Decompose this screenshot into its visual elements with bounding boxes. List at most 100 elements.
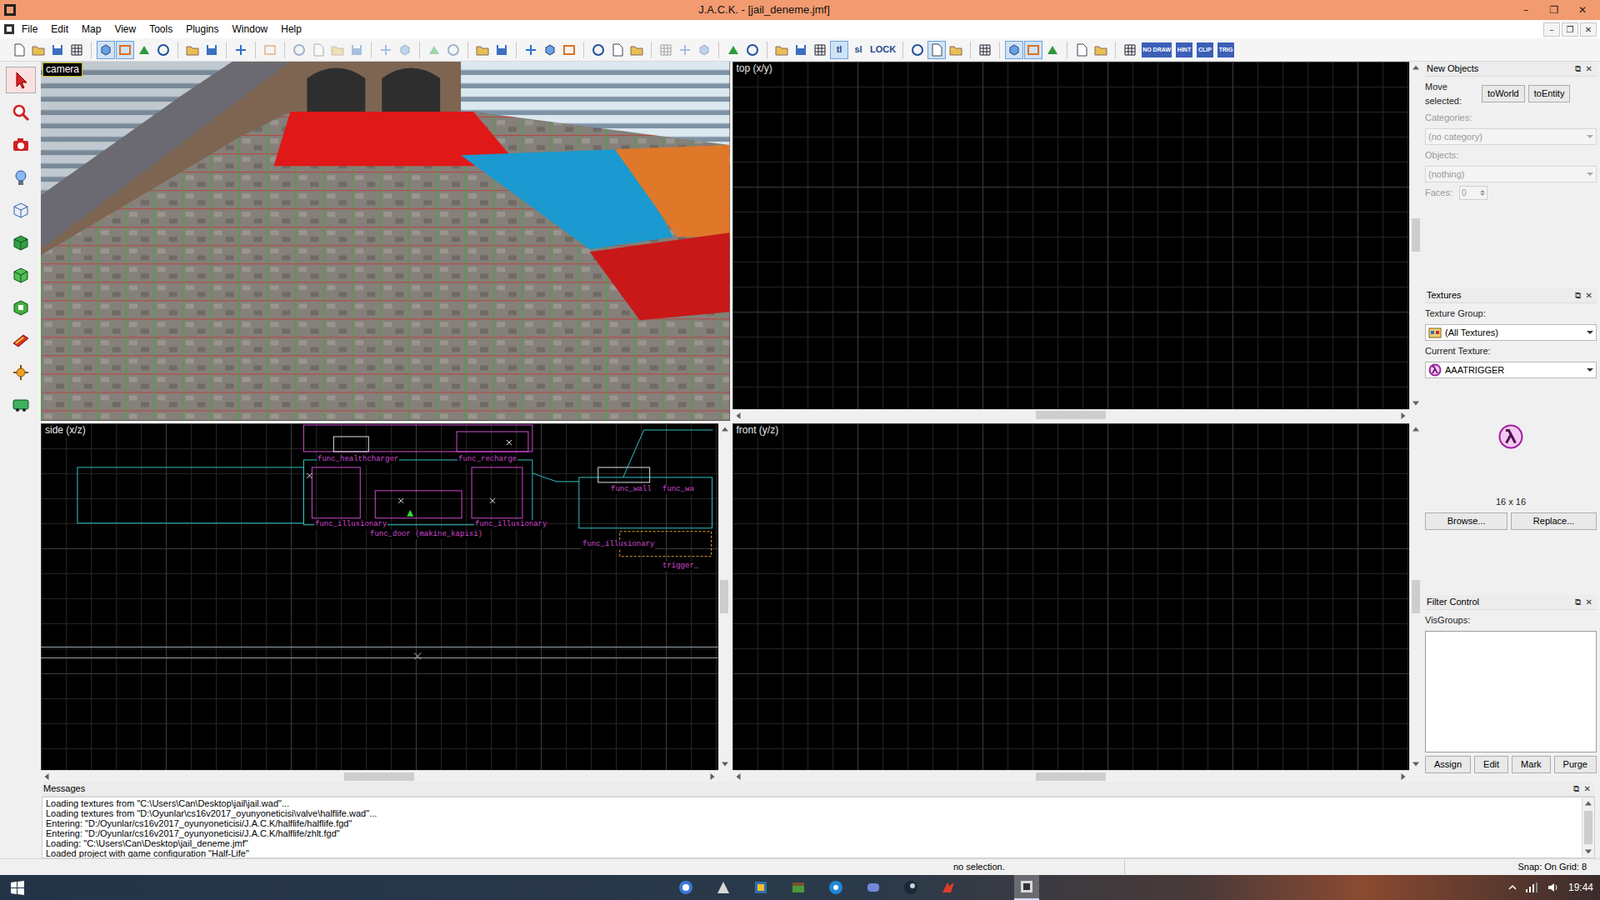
scroll-down-arrow[interactable] [1410, 758, 1422, 770]
scroll-right-arrow[interactable] [1397, 770, 1410, 783]
document-control-button[interactable]: ✕ [1580, 22, 1597, 37]
scroll-thumb[interactable] [344, 772, 415, 781]
grid-view[interactable]: top (x/y) [732, 61, 1410, 410]
entity-label[interactable]: func_door (makine_kapisi) [369, 530, 484, 540]
tool-button[interactable] [5, 229, 36, 256]
scroll-thumb[interactable] [1411, 218, 1420, 252]
window-control-button[interactable]: – [1511, 2, 1540, 18]
viewport-label[interactable]: top (x/y) [734, 62, 775, 75]
viewport[interactable]: top (x/y) [732, 61, 1422, 421]
faces-spinner[interactable]: 0 [1459, 185, 1488, 200]
taskbar-app[interactable] [823, 875, 849, 900]
float-button[interactable]: ⧉ [1572, 595, 1584, 609]
close-button[interactable]: ✕ [1583, 62, 1595, 75]
entity-label[interactable]: func_wall [610, 485, 653, 495]
toolbar-button[interactable] [1091, 40, 1110, 60]
scroll-thumb[interactable] [1035, 410, 1106, 420]
entity-label[interactable]: func_recharge [457, 455, 518, 465]
toolbar-button[interactable] [1043, 40, 1062, 60]
toolbar-button[interactable]: TRIG [1215, 40, 1236, 60]
viewport[interactable]: front (y/z) [732, 423, 1422, 783]
toolbar-button[interactable] [608, 40, 627, 60]
scroll-down-arrow[interactable] [1410, 397, 1422, 410]
toolbar-button[interactable] [908, 40, 927, 60]
toolbar-button[interactable] [521, 40, 540, 60]
scroll-thumb[interactable] [720, 580, 729, 614]
vertical-scrollbar[interactable] [1581, 797, 1595, 858]
filter-button[interactable]: Edit [1474, 755, 1509, 774]
document-control-button[interactable]: – [1543, 22, 1560, 37]
toolbar-button[interactable] [376, 40, 395, 60]
entity-label[interactable]: func_illusionary [474, 520, 548, 530]
camera-view[interactable]: camera [40, 61, 730, 421]
toolbar-button[interactable] [1024, 40, 1043, 60]
scroll-up-arrow[interactable] [1410, 61, 1422, 74]
taskbar-app[interactable] [898, 875, 924, 900]
horizontal-scrollbar[interactable] [732, 770, 1410, 782]
window-control-button[interactable]: ❐ [1540, 2, 1569, 18]
toolbar-button[interactable] [444, 40, 463, 60]
toolbar-button[interactable] [743, 40, 762, 60]
window-control-button[interactable]: ✕ [1568, 2, 1597, 18]
toolbar-button[interactable] [1072, 40, 1091, 60]
menu-item[interactable]: Window [225, 20, 275, 39]
toolbar-button[interactable] [946, 40, 965, 60]
toolbar-button[interactable] [115, 40, 135, 60]
taskbar-app[interactable] [673, 875, 699, 900]
viewport-label[interactable]: camera [42, 62, 83, 77]
toolbar-button[interactable] [260, 40, 280, 60]
viewport-label[interactable]: side (x/z) [42, 424, 89, 437]
toolbar-button[interactable] [48, 40, 67, 60]
toolbar-button[interactable] [492, 40, 511, 60]
filter-button[interactable]: Purge [1554, 755, 1597, 774]
menu-item[interactable]: Help [274, 20, 309, 39]
menu-item[interactable]: Tools [142, 20, 180, 39]
scroll-right-arrow[interactable] [1397, 410, 1410, 422]
toolbar-button[interactable] [810, 40, 830, 60]
toolbar-button[interactable] [395, 40, 415, 60]
close-button[interactable]: ✕ [1583, 595, 1595, 609]
texture-button[interactable]: Browse... [1425, 512, 1508, 530]
toolbar-button[interactable] [1120, 40, 1140, 60]
horizontal-scrollbar[interactable] [732, 409, 1410, 421]
dropdown[interactable]: (All Textures) [1425, 324, 1597, 342]
scroll-down-arrow[interactable] [719, 758, 731, 770]
taskbar-app[interactable] [935, 875, 961, 900]
camera-scene[interactable] [40, 61, 730, 421]
toolbar-button[interactable] [1005, 40, 1024, 60]
vertical-scrollbar[interactable] [1409, 423, 1421, 771]
float-button[interactable]: ⧉ [1572, 289, 1584, 302]
side-view[interactable]: func_healthchargerfunc_rechargefunc_illu… [40, 423, 719, 771]
float-button[interactable]: ⧉ [1572, 62, 1584, 75]
scroll-up-arrow[interactable] [1410, 423, 1422, 435]
texture-button[interactable]: Replace... [1510, 512, 1597, 530]
toolbar-button[interactable] [67, 40, 86, 60]
horizontal-scrollbar[interactable] [40, 770, 719, 782]
toolbar-button[interactable] [656, 40, 675, 60]
toolbar-button[interactable] [425, 40, 444, 60]
toolbar-button[interactable] [560, 40, 579, 60]
menu-item[interactable]: File [15, 20, 45, 39]
move-button[interactable]: toEntity [1528, 85, 1571, 103]
taskbar-app[interactable] [785, 875, 811, 900]
toolbar-button[interactable] [927, 40, 946, 60]
scroll-left-arrow[interactable] [40, 770, 53, 783]
toolbar-button[interactable] [589, 40, 608, 60]
scroll-up-arrow[interactable] [1582, 797, 1595, 810]
taskbar-app[interactable] [748, 875, 774, 900]
toolbar-button[interactable]: tl [830, 40, 849, 60]
viewport-label[interactable]: front (y/z) [734, 424, 782, 437]
grid-view[interactable]: front (y/z) [732, 423, 1410, 771]
start-button[interactable] [3, 875, 32, 900]
toolbar-button[interactable]: HINT [1174, 40, 1195, 60]
move-button[interactable]: toWorld [1481, 85, 1525, 103]
scroll-left-arrow[interactable] [732, 770, 745, 783]
tool-button[interactable] [5, 99, 36, 126]
toolbar-button[interactable] [135, 40, 154, 60]
scroll-left-arrow[interactable] [732, 410, 745, 422]
toolbar-button[interactable] [10, 40, 29, 60]
tool-button[interactable] [5, 326, 36, 354]
vertical-scrollbar[interactable] [718, 423, 730, 771]
toolbar-button[interactable] [791, 40, 810, 60]
tool-button[interactable] [5, 66, 36, 94]
